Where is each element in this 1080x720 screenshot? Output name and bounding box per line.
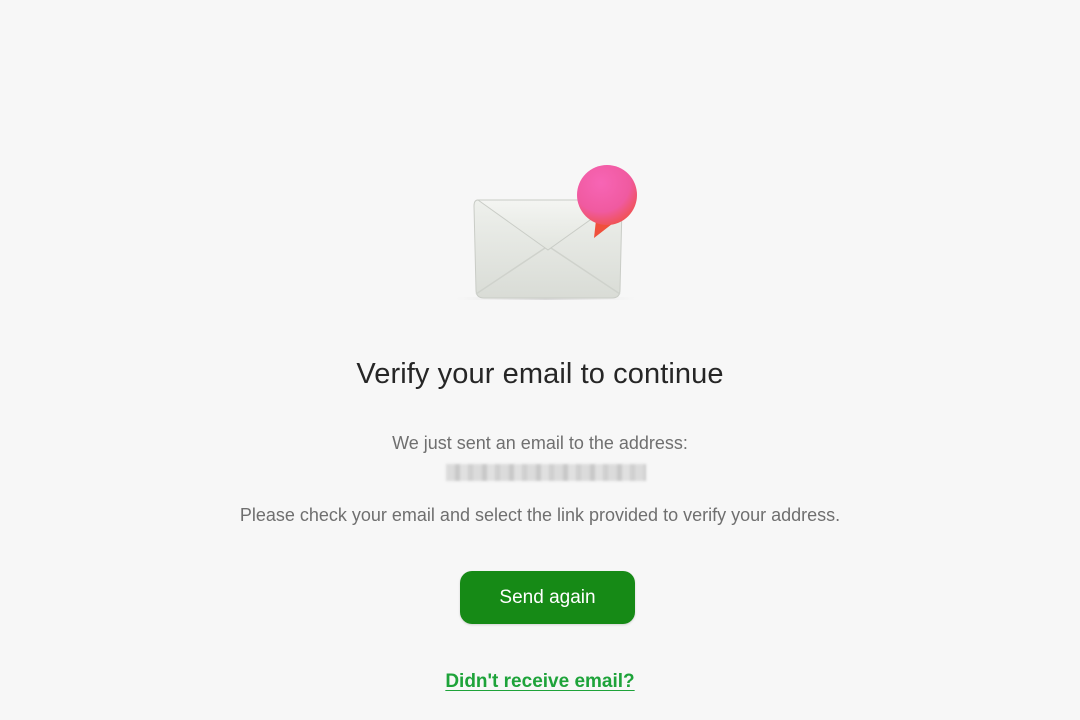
- page-title: Verify your email to continue: [356, 358, 724, 390]
- envelope-notification-icon: [450, 158, 650, 308]
- redacted-email-address: [446, 464, 646, 481]
- instructions-text: Please check your email and select the l…: [239, 505, 841, 525]
- sent-message: We just sent an email to the address:: [392, 433, 688, 453]
- send-again-button[interactable]: Send again: [460, 571, 635, 624]
- verify-email-page: Verify your email to continue We just se…: [0, 0, 1080, 720]
- didnt-receive-email-link[interactable]: Didn't receive email?: [0, 671, 1080, 693]
